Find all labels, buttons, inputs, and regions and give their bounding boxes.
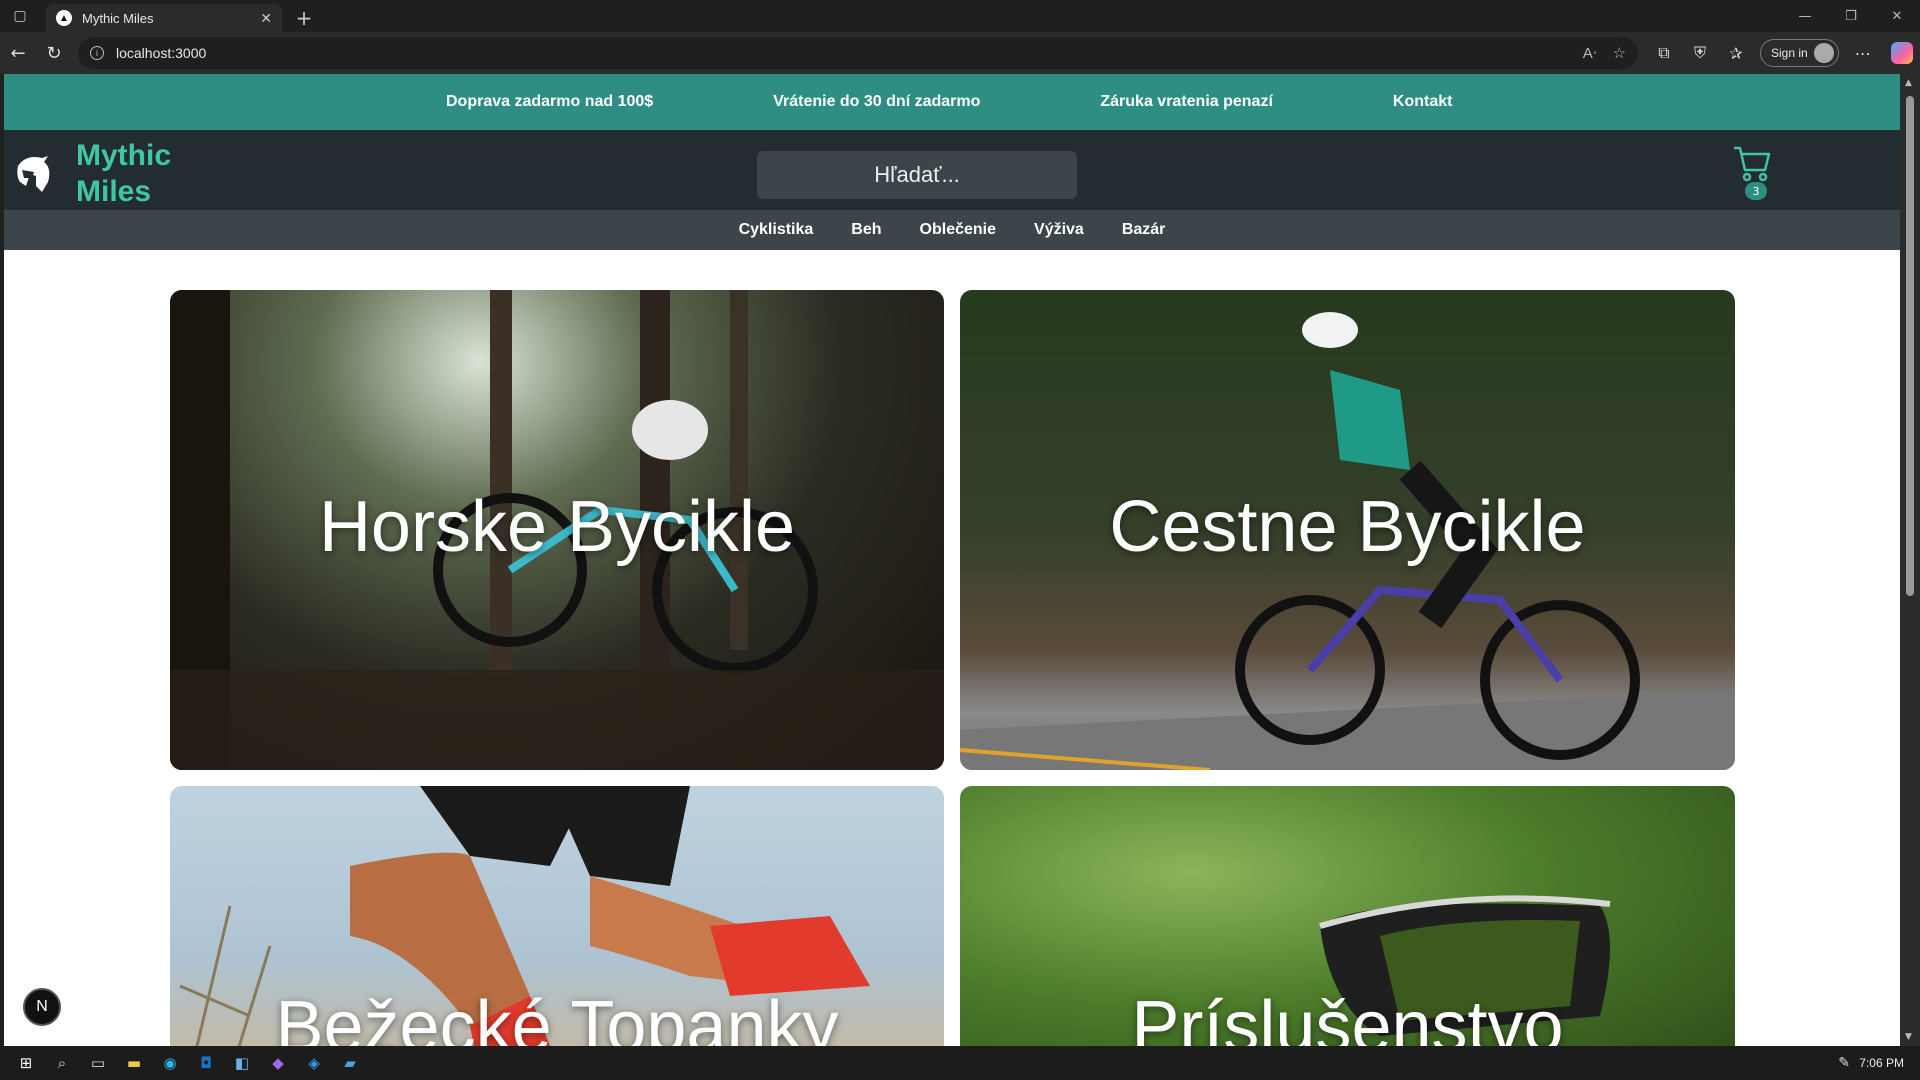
category-tile-running-shoes[interactable]: Bežecké Topanky xyxy=(170,786,944,1046)
scroll-down-icon[interactable]: ▼ xyxy=(1905,1032,1912,1042)
nav-item-beh[interactable]: Beh xyxy=(851,221,881,239)
copilot-icon[interactable] xyxy=(1890,42,1913,64)
search-input[interactable]: Hľadať... xyxy=(757,151,1077,199)
read-aloud-icon[interactable]: Aᐧ xyxy=(1583,44,1597,62)
site-info-icon[interactable]: i xyxy=(90,46,104,60)
edge-icon[interactable]: ◉ xyxy=(152,1049,188,1077)
browser-toolbar: ← ↻ i localhost:3000 Aᐧ ☆ ⧉ ⛨ ✰ Sign in … xyxy=(0,32,1920,74)
site-header: Mythic Miles Hľadať... 3 xyxy=(4,130,1900,210)
promo-money-back[interactable]: Záruka vratenia penazí xyxy=(1100,93,1273,111)
close-window-icon[interactable]: ✕ xyxy=(1874,0,1920,32)
page-viewport: Doprava zadarmo nad 100$ Vrátenie do 30 … xyxy=(4,74,1900,1046)
tile-title: Horske Bycikle xyxy=(318,487,796,567)
favorites-icon[interactable]: ✰ xyxy=(1718,44,1754,63)
browser-tabbar: ▢ ▲ Mythic Miles ✕ + — ❐ ✕ xyxy=(0,0,1920,32)
window-controls: — ❐ ✕ xyxy=(1782,0,1920,32)
windows-taskbar: ⊞ ⌕ ▭ ▬ ◉ ◘ ◧ ◆ ◈ ▰ ✎ 7:06 PM xyxy=(0,1046,1920,1080)
category-tile-road-bikes[interactable]: Cestne Bycikle xyxy=(960,290,1735,770)
scroll-up-icon[interactable]: ▲ xyxy=(1905,78,1912,88)
tile-title: Bežecké Topanky xyxy=(275,987,839,1046)
favorite-star-icon[interactable]: ☆ xyxy=(1613,44,1626,62)
cart-count-badge: 3 xyxy=(1745,182,1767,200)
tile-title: Cestne Bycikle xyxy=(1109,487,1586,567)
new-tab-icon[interactable]: + xyxy=(288,4,320,32)
back-icon[interactable]: ← xyxy=(0,35,36,71)
tab-title: Mythic Miles xyxy=(82,10,154,26)
vscode-icon[interactable]: ◈ xyxy=(296,1049,332,1077)
tab-actions-icon[interactable]: ▢ xyxy=(0,0,40,32)
extensions-icon[interactable]: ⧉ xyxy=(1646,43,1682,63)
pen-icon[interactable]: ✎ xyxy=(1838,1055,1850,1071)
promo-free-returns[interactable]: Vrátenie do 30 dní zadarmo xyxy=(773,93,980,111)
nav-item-oblecenie[interactable]: Oblečenie xyxy=(920,221,996,239)
avatar-icon xyxy=(1813,43,1834,63)
file-explorer-icon[interactable]: ▬ xyxy=(116,1049,152,1077)
task-view-icon[interactable]: ▭ xyxy=(80,1049,116,1077)
reload-icon[interactable]: ↻ xyxy=(36,35,72,71)
url-text: localhost:3000 xyxy=(116,45,207,61)
brand-name: Mythic Miles xyxy=(76,139,172,208)
promo-contact[interactable]: Kontakt xyxy=(1393,93,1453,111)
scrollbar-thumb[interactable] xyxy=(1906,96,1914,596)
cart-icon xyxy=(1734,146,1771,182)
visual-studio-icon[interactable]: ◆ xyxy=(260,1049,296,1077)
page-scrollbar[interactable]: ▲ ▼ xyxy=(1900,74,1920,1046)
close-tab-icon[interactable]: ✕ xyxy=(260,10,272,27)
start-icon[interactable]: ⊞ xyxy=(8,1049,44,1077)
store-icon[interactable]: ◧ xyxy=(224,1049,260,1077)
sign-in-button[interactable]: Sign in xyxy=(1760,39,1839,67)
category-nav: Cyklistika Beh Oblečenie Výživa Bazár xyxy=(4,210,1900,250)
dev-tools-badge[interactable]: N xyxy=(23,988,61,1026)
browser-essentials-icon[interactable]: ⛨ xyxy=(1682,43,1718,63)
spartan-helmet-icon xyxy=(17,156,50,192)
restore-icon[interactable]: ❐ xyxy=(1828,0,1874,32)
minimize-icon[interactable]: — xyxy=(1782,0,1828,32)
sign-in-label: Sign in xyxy=(1771,46,1808,60)
cart-button[interactable]: 3 xyxy=(1732,144,1772,206)
taskbar-clock: 7:06 PM xyxy=(1859,1056,1904,1070)
category-tile-accessories[interactable]: Príslušenstvo xyxy=(960,786,1735,1046)
app-icon[interactable]: ▰ xyxy=(332,1049,368,1077)
nav-item-vyziva[interactable]: Výživa xyxy=(1034,221,1084,239)
search-icon[interactable]: ⌕ xyxy=(44,1049,80,1077)
address-bar[interactable]: i localhost:3000 Aᐧ ☆ xyxy=(78,37,1638,69)
nav-item-cyklistika[interactable]: Cyklistika xyxy=(739,221,814,239)
tab-favicon-icon: ▲ xyxy=(56,10,72,26)
tile-title: Príslušenstvo xyxy=(1131,987,1564,1046)
outlook-icon[interactable]: ◘ xyxy=(188,1049,224,1077)
nav-item-bazar[interactable]: Bazár xyxy=(1122,221,1166,239)
promo-bar: Doprava zadarmo nad 100$ Vrátenie do 30 … xyxy=(4,74,1900,130)
brand-logo[interactable]: Mythic Miles xyxy=(12,138,196,210)
more-menu-icon[interactable]: ⋯ xyxy=(1845,44,1881,63)
category-tile-mountain-bikes[interactable]: Horske Bycikle xyxy=(170,290,944,770)
promo-free-shipping[interactable]: Doprava zadarmo nad 100$ xyxy=(446,93,653,111)
browser-tab[interactable]: ▲ Mythic Miles ✕ xyxy=(46,4,282,32)
